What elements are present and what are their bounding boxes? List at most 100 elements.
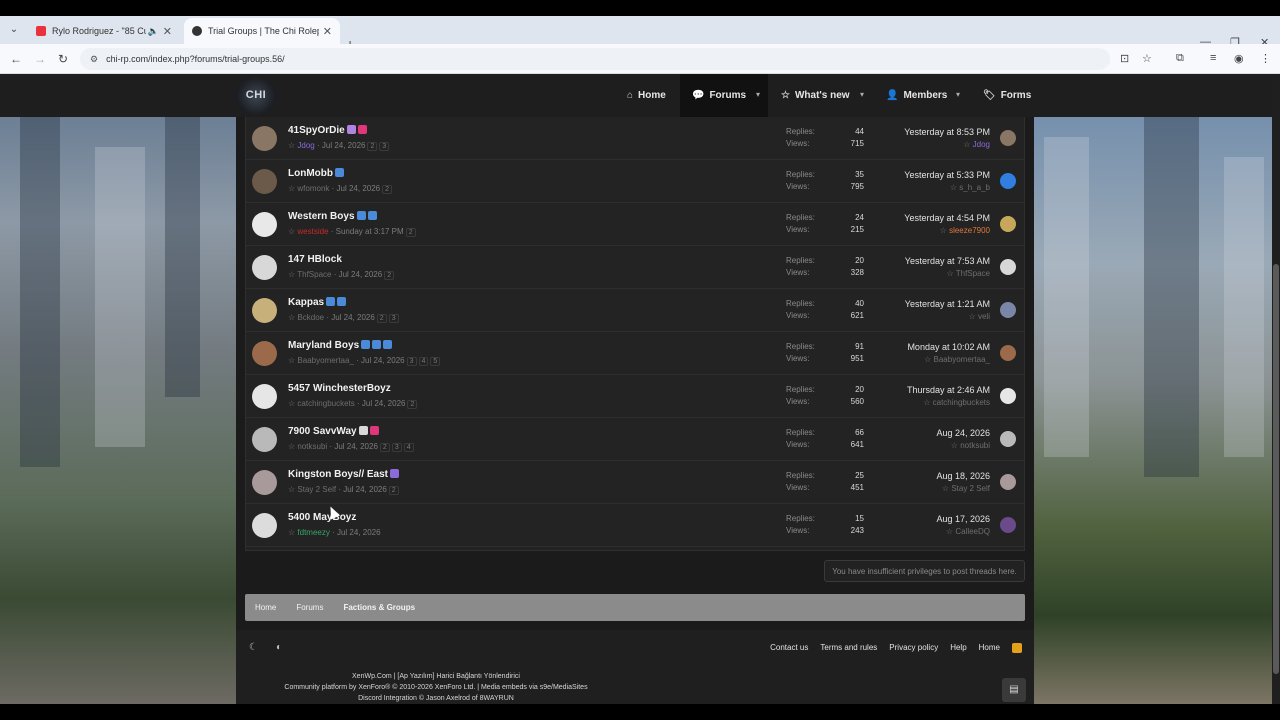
avatar[interactable] (252, 298, 277, 323)
last-post-date[interactable]: Yesterday at 7:53 AM (905, 256, 990, 266)
avatar[interactable] (1000, 259, 1016, 275)
thread-title-text[interactable]: 41SpyOrDie (288, 125, 345, 136)
close-tab-icon[interactable]: ✕ (163, 25, 172, 38)
avatar[interactable] (1000, 173, 1016, 189)
thread-title-text[interactable]: Maryland Boys (288, 340, 359, 351)
breadcrumb-forums[interactable]: Forums (296, 603, 323, 612)
avatar[interactable] (1000, 216, 1016, 232)
footer-link-contact[interactable]: Contact us (770, 643, 808, 653)
chevron-down-icon[interactable]: ▾ (756, 90, 760, 99)
footer-link-terms[interactable]: Terms and rules (820, 643, 877, 653)
last-post-date[interactable]: Yesterday at 8:53 PM (904, 127, 990, 137)
page-link[interactable]: 2 (405, 228, 416, 237)
avatar[interactable] (1000, 388, 1016, 404)
last-post-username[interactable]: sleeze7900 (949, 226, 990, 235)
thread-title-text[interactable]: Kingston Boys// East (288, 469, 388, 480)
style-toggle-icon[interactable]: ◐ (276, 642, 282, 653)
media-controls-icon[interactable]: ≡ (1210, 52, 1216, 64)
last-post-date[interactable]: Aug 24, 2026 (936, 428, 990, 438)
install-app-icon[interactable]: ⊡ (1120, 52, 1129, 65)
thread-author[interactable]: Stay 2 Self (297, 485, 336, 494)
avatar[interactable] (252, 384, 277, 409)
avatar[interactable] (252, 470, 277, 495)
avatar[interactable] (1000, 431, 1016, 447)
thread-title[interactable]: Western Boys (288, 211, 377, 222)
thread-author[interactable]: ThfSpace (297, 270, 331, 279)
moon-icon[interactable]: ☾ (249, 642, 258, 653)
thread-start-date[interactable]: Jul 24, 2026 (361, 356, 405, 365)
thread-title[interactable]: 5400 MayBoyz (288, 512, 356, 523)
thread-start-date[interactable]: Jul 24, 2026 (339, 270, 383, 279)
thread-start-date[interactable]: Jul 24, 2026 (334, 442, 378, 451)
thread-title-text[interactable]: LonMobb (288, 168, 333, 179)
browser-tab-active[interactable]: Trial Groups | The Chi Roleplay ✕ (184, 18, 340, 44)
page-link[interactable]: 3 (388, 314, 399, 323)
thread-author[interactable]: wfomonk (297, 184, 329, 193)
thread-title[interactable]: Maryland Boys (288, 340, 393, 351)
avatar[interactable] (1000, 474, 1016, 490)
last-post-date[interactable]: Yesterday at 5:33 PM (904, 170, 990, 180)
site-info-icon[interactable]: ⚙ (90, 54, 98, 65)
thread-start-date[interactable]: Jul 24, 2026 (337, 184, 381, 193)
avatar[interactable] (252, 212, 277, 237)
page-link[interactable]: 2 (376, 314, 387, 323)
thread-author[interactable]: Bckdoe (297, 313, 324, 322)
thread-title[interactable]: 5457 WinchesterBoyz (288, 383, 391, 394)
avatar[interactable] (252, 169, 277, 194)
table-row[interactable]: 5400 MayBoyz ☆ fdtmeezy · Jul 24, 2026 Rep… (246, 504, 1024, 547)
table-row[interactable]: Maryland Boys ☆ Baabyomertaa_ · Jul 24, 2… (246, 332, 1024, 375)
thread-author[interactable]: fdtmeezy (297, 528, 329, 537)
profile-icon[interactable]: ◉ (1234, 52, 1244, 65)
table-row[interactable]: 5457 WinchesterBoyz ☆ catchingbuckets · J… (246, 375, 1024, 418)
avatar[interactable] (252, 513, 277, 538)
thread-author[interactable]: Jdog (297, 141, 314, 150)
speaker-icon[interactable]: 🔈 (148, 26, 159, 37)
last-post-username[interactable]: notksubi (960, 441, 990, 450)
nav-forms[interactable]: 🏷 Forms (983, 74, 1031, 117)
last-post-username[interactable]: s_h_a_b (959, 183, 990, 192)
last-post-date[interactable]: Monday at 10:02 AM (907, 342, 990, 352)
browser-tab-youtube[interactable]: Rylo Rodriguez - "85 Cutla... 🔈 ✕ (28, 18, 180, 44)
table-row[interactable]: 7900 SavvWay ☆ notksubi · Jul 24, 2026 2 3 4… (246, 418, 1024, 461)
thread-title-text[interactable]: Western Boys (288, 211, 355, 222)
nav-members[interactable]: 👤 Members (886, 74, 947, 117)
page-link[interactable]: 2 (379, 443, 390, 452)
nav-forums[interactable]: 💬 Forums (680, 74, 768, 117)
thread-start-date[interactable]: Jul 24, 2026 (337, 528, 381, 537)
last-post-username[interactable]: Baabyomertaa_ (934, 355, 990, 364)
avatar[interactable] (1000, 517, 1016, 533)
avatar[interactable] (252, 341, 277, 366)
last-post-username[interactable]: catchingbuckets (933, 398, 990, 407)
thread-title[interactable]: 41SpyOrDie (288, 125, 367, 136)
thread-start-date[interactable]: Jul 24, 2026 (362, 399, 406, 408)
site-logo[interactable]: CHI (236, 77, 276, 115)
nav-home[interactable]: ⌂ Home (627, 74, 666, 117)
thread-start-date[interactable]: Sunday at 3:17 PM (336, 227, 404, 236)
avatar[interactable] (1000, 130, 1016, 146)
chat-icon[interactable]: ▤ (1002, 678, 1026, 702)
scrollbar-thumb[interactable] (1273, 264, 1279, 674)
page-link[interactable]: 2 (407, 400, 418, 409)
page-link[interactable]: 3 (406, 357, 417, 366)
thread-author[interactable]: westside (297, 227, 328, 236)
breadcrumb-factions-groups[interactable]: Factions & Groups (343, 603, 415, 612)
thread-author[interactable]: notksubi (297, 442, 327, 451)
thread-start-date[interactable]: Jul 24, 2026 (322, 141, 366, 150)
tab-search-icon[interactable]: ⌄ (6, 22, 22, 38)
last-post-date[interactable]: Yesterday at 1:21 AM (905, 299, 990, 309)
last-post-username[interactable]: veli (978, 312, 990, 321)
table-row[interactable]: 147 HBlock ☆ ThfSpace · Jul 24, 2026 2 Repl… (246, 246, 1024, 289)
thread-title-text[interactable]: 7900 SavvWay (288, 426, 357, 437)
avatar[interactable] (252, 427, 277, 452)
thread-title-text[interactable]: 147 HBlock (288, 254, 342, 265)
back-icon[interactable]: ← (10, 52, 22, 66)
thread-author[interactable]: catchingbuckets (297, 399, 354, 408)
thread-title[interactable]: LonMobb (288, 168, 344, 179)
more-menu-icon[interactable]: ⋮ (1260, 52, 1271, 65)
avatar[interactable] (252, 126, 277, 151)
nav-whats-new[interactable]: ☆ What's new (781, 74, 850, 117)
thread-author[interactable]: Baabyomertaa_ (297, 356, 353, 365)
page-link[interactable]: 4 (403, 443, 414, 452)
last-post-date[interactable]: Aug 17, 2026 (936, 514, 990, 524)
page-link[interactable]: 2 (388, 486, 399, 495)
